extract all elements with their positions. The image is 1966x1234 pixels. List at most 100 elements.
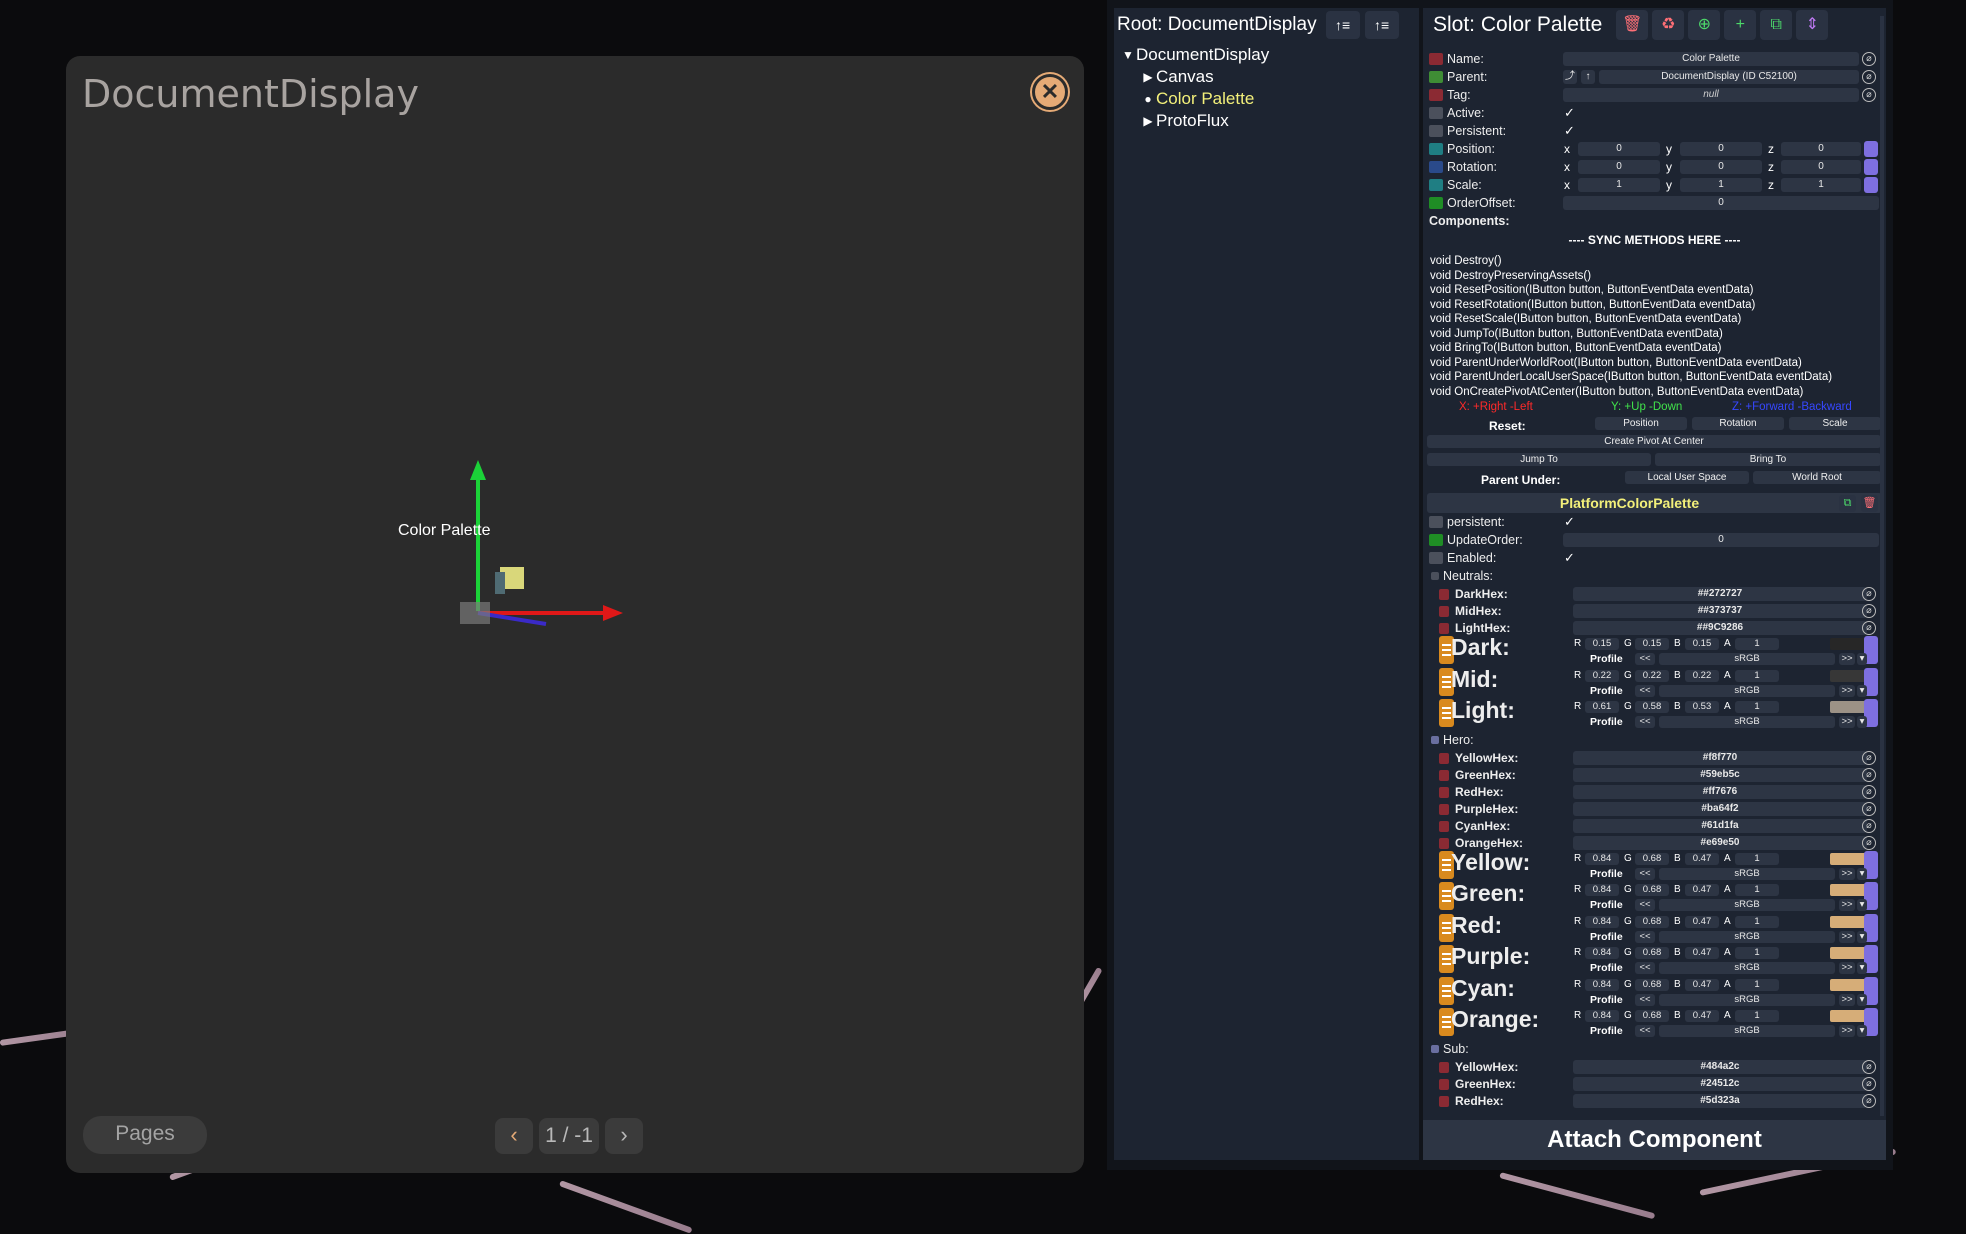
field-marker[interactable] [1429, 197, 1443, 209]
dropdown-icon[interactable]: ▾ [1857, 899, 1867, 911]
channel-g-field[interactable]: 0.58 [1635, 701, 1669, 713]
profile-prev-button[interactable]: << [1635, 899, 1655, 911]
world-root-button[interactable]: World Root [1753, 471, 1881, 484]
channel-a-field[interactable]: 1 [1735, 915, 1779, 928]
color-swatch[interactable] [1830, 852, 1868, 865]
channel-b-field[interactable]: 0.15 [1685, 638, 1719, 650]
tree-item-documentdisplay[interactable]: ▼ DocumentDisplay [1120, 44, 1419, 66]
field-marker[interactable] [1439, 786, 1449, 798]
dropdown-icon[interactable]: ▾ [1857, 653, 1867, 665]
profile-prev-button[interactable]: << [1635, 653, 1655, 665]
reset-icon[interactable]: ⌀ [1862, 784, 1876, 799]
tree-item-canvas[interactable]: ▶ Canvas [1120, 66, 1419, 88]
scale-z-field[interactable]: 1 [1781, 178, 1861, 192]
parent-field[interactable]: DocumentDisplay (ID C52100) [1599, 70, 1859, 84]
dropdown-icon[interactable]: ▾ [1857, 930, 1867, 943]
add-child-icon[interactable]: + [1724, 10, 1757, 40]
channel-a-field[interactable]: 1 [1735, 884, 1779, 896]
collapse-icon[interactable] [1431, 735, 1439, 744]
profile-prev-button[interactable]: << [1635, 962, 1655, 974]
hex-field[interactable]: #e69e50 [1573, 835, 1867, 850]
color-swatch[interactable] [1830, 884, 1868, 896]
hex-field[interactable]: ##373737 [1573, 604, 1867, 618]
profile-field[interactable]: sRGB [1659, 899, 1835, 911]
channel-g-field[interactable]: 0.68 [1635, 978, 1669, 991]
hex-field[interactable]: ##272727 [1573, 587, 1867, 601]
profile-next-button[interactable]: >> [1839, 684, 1855, 697]
profile-prev-button[interactable]: << [1635, 930, 1655, 943]
channel-r-field[interactable]: 0.84 [1585, 915, 1619, 928]
field-marker[interactable] [1429, 53, 1443, 65]
field-marker[interactable] [1429, 107, 1443, 119]
profile-field[interactable]: sRGB [1659, 684, 1835, 697]
hex-field[interactable]: #ff7676 [1573, 784, 1867, 799]
channel-g-field[interactable]: 0.68 [1635, 947, 1669, 959]
reset-icon[interactable]: ⌀ [1862, 1093, 1876, 1108]
field-marker[interactable] [1429, 179, 1443, 191]
channel-b-field[interactable]: 0.47 [1685, 947, 1719, 959]
persistent-checkbox[interactable]: ✓ [1564, 514, 1575, 530]
channel-a-field[interactable]: 1 [1735, 978, 1779, 991]
reset-icon[interactable]: ⌀ [1862, 88, 1876, 102]
scale-x-field[interactable]: 1 [1578, 178, 1660, 192]
dropdown-icon[interactable]: ▾ [1857, 962, 1867, 974]
hex-field[interactable]: #5d323a [1573, 1093, 1867, 1108]
channel-r-field[interactable]: 0.84 [1585, 852, 1619, 865]
color-swatch[interactable] [1830, 947, 1868, 959]
delete-component-icon[interactable]: 🗑 [1861, 495, 1878, 512]
hex-field[interactable]: #ba64f2 [1573, 801, 1867, 816]
profile-prev-button[interactable]: << [1635, 684, 1655, 697]
field-marker[interactable] [1429, 71, 1443, 83]
reset-icon[interactable]: ⌀ [1862, 70, 1876, 84]
profile-prev-button[interactable]: << [1635, 1025, 1655, 1037]
duplicate-component-icon[interactable]: ⧉ [1839, 495, 1856, 512]
reset-icon[interactable]: ⌀ [1862, 1076, 1876, 1091]
position-z-field[interactable]: 0 [1781, 142, 1861, 156]
profile-next-button[interactable]: >> [1839, 899, 1855, 911]
channel-a-field[interactable]: 1 [1735, 852, 1779, 865]
color-swatch[interactable] [1830, 978, 1868, 991]
expand-icon[interactable]: ▶ [1140, 114, 1156, 128]
enabled-checkbox[interactable]: ✓ [1564, 550, 1575, 566]
prev-page-button[interactable]: ‹ [495, 1118, 533, 1154]
rotation-x-field[interactable]: 0 [1578, 160, 1660, 174]
pages-button[interactable]: Pages [83, 1116, 207, 1154]
profile-next-button[interactable]: >> [1839, 716, 1855, 728]
profile-next-button[interactable]: >> [1839, 1025, 1855, 1037]
field-marker[interactable] [1439, 1078, 1449, 1090]
channel-b-field[interactable]: 0.47 [1685, 1010, 1719, 1022]
tree-item-color-palette[interactable]: ● Color Palette [1120, 88, 1419, 110]
dropdown-icon[interactable]: ▾ [1857, 993, 1867, 1006]
profile-field[interactable]: sRGB [1659, 962, 1835, 974]
orderoffset-field[interactable]: 0 [1563, 196, 1879, 210]
channel-b-field[interactable]: 0.53 [1685, 701, 1719, 713]
reset-icon[interactable]: ⌀ [1862, 604, 1876, 618]
channel-g-field[interactable]: 0.15 [1635, 638, 1669, 650]
channel-a-field[interactable]: 1 [1735, 701, 1779, 713]
dropdown-icon[interactable]: ▾ [1857, 1025, 1867, 1037]
channel-g-field[interactable]: 0.68 [1635, 884, 1669, 896]
profile-prev-button[interactable]: << [1635, 716, 1655, 728]
root-parent-icon[interactable]: ↑≡ [1364, 11, 1399, 39]
profile-field[interactable]: sRGB [1659, 930, 1835, 943]
field-marker[interactable] [1439, 837, 1449, 849]
parent-jump-icon[interactable]: ⤴ [1563, 70, 1577, 84]
hex-field[interactable]: #59eb5c [1573, 767, 1867, 782]
field-marker[interactable] [1429, 161, 1443, 173]
reset-icon[interactable]: ⌀ [1862, 801, 1876, 816]
channel-a-field[interactable]: 1 [1735, 669, 1779, 682]
color-swatch[interactable] [1830, 638, 1868, 650]
reset-icon[interactable]: ⌀ [1862, 587, 1876, 601]
color-swatch[interactable] [1830, 669, 1868, 682]
field-marker[interactable] [1439, 803, 1449, 815]
field-marker[interactable] [1439, 623, 1449, 634]
reset-icon[interactable]: ⌀ [1862, 835, 1876, 850]
hex-field[interactable]: ##9C9286 [1573, 621, 1867, 635]
channel-b-field[interactable]: 0.47 [1685, 915, 1719, 928]
hex-field[interactable]: #61d1fa [1573, 818, 1867, 833]
expand-icon[interactable]: ▼ [1120, 48, 1136, 62]
position-x-field[interactable]: 0 [1578, 142, 1660, 156]
next-page-button[interactable]: › [605, 1118, 643, 1154]
collapse-icon[interactable] [1431, 572, 1439, 580]
duplicate-icon[interactable]: ⧉ [1760, 10, 1793, 40]
